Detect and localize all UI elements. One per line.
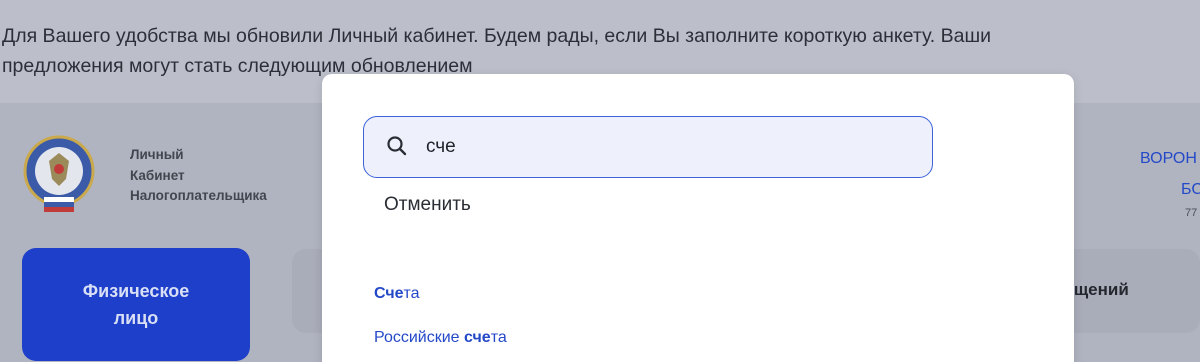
suggestion-rest: та: [403, 285, 420, 302]
individual-person-label-2: лицо: [113, 308, 159, 328]
user-name-link-line2[interactable]: БС: [1181, 181, 1200, 199]
cancel-button[interactable]: Отменить: [384, 194, 471, 216]
search-input[interactable]: [426, 130, 906, 164]
brand-line-1: Личный: [130, 147, 184, 162]
user-name-link[interactable]: ВОРОН: [1140, 150, 1197, 168]
brand-title[interactable]: Личный Кабинет Налогоплательщика: [130, 145, 267, 207]
user-inn: 77: [1185, 207, 1198, 219]
search-field[interactable]: [363, 116, 933, 178]
search-popup: Отменить Счета Российские счета: [322, 74, 1074, 362]
fns-emblem-icon: [22, 131, 96, 219]
individual-person-label-1: Физическое: [82, 281, 190, 301]
suggestion-rest: та: [490, 329, 507, 346]
brand-line-2: Кабинет: [130, 167, 185, 183]
search-icon: [387, 136, 407, 156]
brand-line-3: Налогоплательщика: [130, 188, 267, 203]
individual-person-button[interactable]: Физическое лицо: [22, 248, 250, 361]
suggestion-item[interactable]: Российские счета: [374, 329, 507, 347]
suggestion-match: сче: [464, 329, 491, 346]
suggestion-match: Сче: [374, 285, 404, 302]
survey-banner-text: Для Вашего удобства мы обновили Личный к…: [2, 25, 991, 77]
suggestion-prefix: Российские: [374, 329, 465, 346]
suggestion-item[interactable]: Счета: [374, 285, 420, 303]
